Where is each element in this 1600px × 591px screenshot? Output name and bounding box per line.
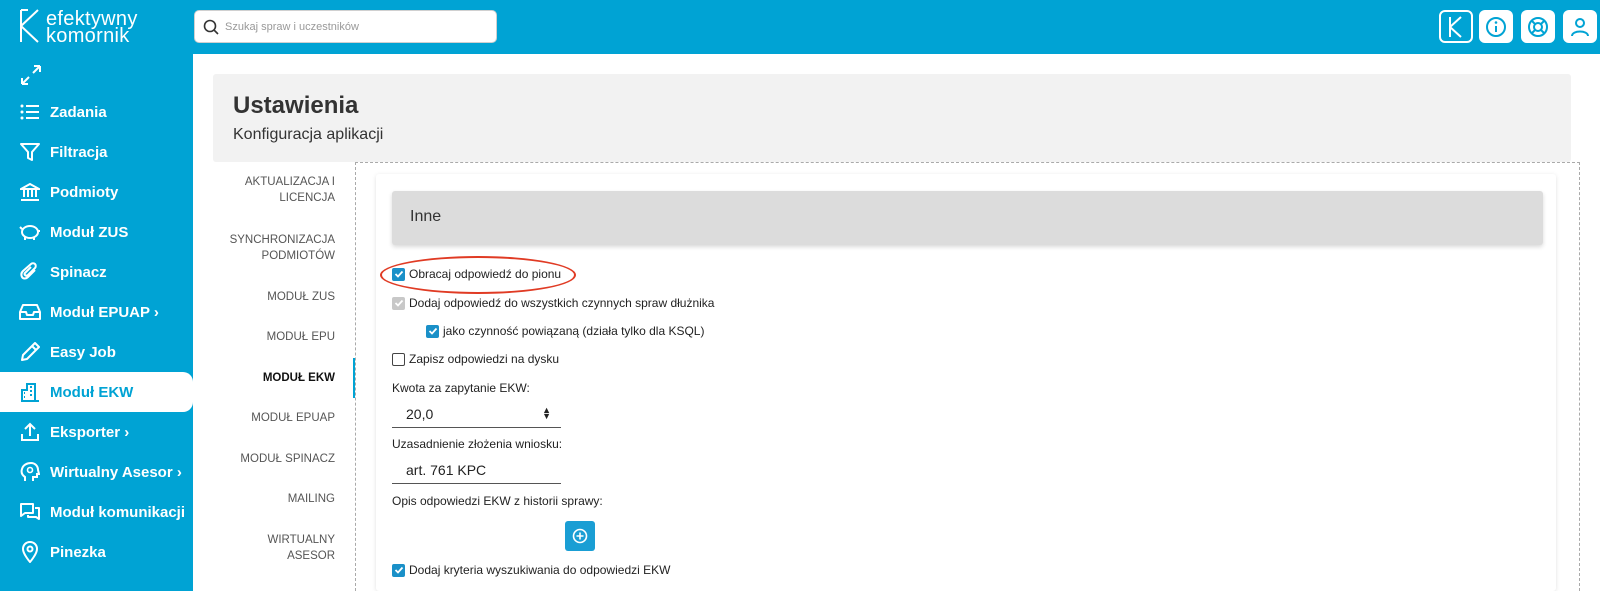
checkbox-label: jako czynność powiązaną (działa tylko dl… — [443, 324, 705, 338]
checkbox-label: Dodaj odpowiedź do wszystkich czynnych s… — [409, 296, 715, 310]
opis-label: Opis odpowiedzi EKW z historii sprawy: — [392, 494, 603, 508]
tab-mailing[interactable]: MAILING — [213, 491, 355, 507]
sidebar-item-spinacz[interactable]: Spinacz — [0, 252, 193, 292]
tab-modul-spinacz[interactable]: MODUŁ SPINACZ — [213, 451, 355, 467]
sidebar-item-modul-zus[interactable]: Moduł ZUS — [0, 212, 193, 252]
tab-aktualizacja-licencja[interactable]: AKTUALIZACJA I LICENCJA — [213, 174, 355, 206]
logo-k-icon — [1449, 15, 1462, 38]
app-switch-button[interactable] — [1439, 10, 1473, 43]
sidebar-item-modul-komunikacji[interactable]: Moduł komunikacji — [0, 492, 193, 532]
lifebuoy-icon — [1528, 16, 1548, 37]
filter-icon — [19, 141, 41, 163]
highlight-oval — [380, 256, 576, 294]
sidebar-item-label: Moduł komunikacji — [50, 503, 186, 521]
checkbox-checked-icon[interactable] — [426, 324, 439, 338]
expand-icon[interactable] — [20, 64, 42, 86]
top-bar: efektywny komornik — [0, 0, 1600, 54]
checkbox-label: Zapisz odpowiedzi na dysku — [409, 352, 560, 366]
sidebar-item-label: Easy Job — [50, 343, 116, 361]
user-button[interactable] — [1563, 10, 1597, 43]
sidebar-item-label: Zadania — [50, 103, 107, 121]
section-title: Inne — [410, 208, 442, 225]
sidebar-item-label: Filtracja — [50, 143, 108, 161]
search-input[interactable] — [225, 17, 485, 37]
pencil-icon — [19, 341, 41, 363]
map-pin-icon — [19, 541, 41, 563]
list-icon — [19, 101, 41, 123]
piggy-bank-icon — [19, 221, 41, 243]
checkbox-zapisz-na-dysku[interactable]: Zapisz odpowiedzi na dysku — [392, 352, 559, 366]
tab-modul-zus[interactable]: MODUŁ ZUS — [213, 289, 355, 305]
sidebar-item-label: Moduł ZUS — [50, 223, 129, 241]
settings-tabs: AKTUALIZACJA I LICENCJA SYNCHRONIZACJA POD… — [213, 162, 355, 591]
uzasadnienie-input[interactable]: art. 761 KPC — [392, 456, 561, 484]
tab-modul-ekw[interactable]: MODUŁ EKW — [213, 370, 355, 386]
tab-modul-epu[interactable]: MODUŁ EPU — [213, 329, 355, 345]
search-box[interactable] — [194, 10, 497, 43]
uzasadnienie-value: art. 761 KPC — [406, 462, 487, 478]
info-icon — [1486, 16, 1506, 37]
sidebar-item-modul-epuap[interactable]: Moduł EPUAP › — [0, 292, 193, 332]
tab-modul-epuap[interactable]: MODUŁ EPUAP — [213, 410, 355, 426]
sidebar-item-label: Podmioty — [50, 183, 119, 201]
logo-k-icon — [20, 9, 39, 43]
sidebar-item-filtracja[interactable]: Filtracja — [0, 132, 193, 172]
sidebar-item-eksporter[interactable]: Eksporter › — [0, 412, 193, 452]
sidebar-item-easy-job[interactable]: Easy Job — [0, 332, 193, 372]
info-button[interactable] — [1479, 10, 1513, 43]
kwota-input[interactable]: 20,0 ▲ ▼ — [392, 400, 561, 428]
chat-icon — [19, 501, 41, 523]
page-subtitle: Konfiguracja aplikacji — [233, 126, 384, 143]
spinner-icon[interactable]: ▲ ▼ — [542, 406, 551, 421]
checkbox-disabled-icon — [392, 296, 405, 310]
sidebar-item-wirtualny-asesor[interactable]: Wirtualny Asesor › — [0, 452, 193, 492]
sidebar-item-label: Spinacz — [50, 263, 107, 281]
sidebar-item-zadania[interactable]: Zadania — [0, 92, 193, 132]
kwota-label: Kwota za zapytanie EKW: — [392, 381, 530, 395]
sidebar-item-pinezka[interactable]: Pinezka — [0, 532, 193, 572]
add-opis-button[interactable] — [565, 521, 595, 551]
user-icon — [1571, 17, 1589, 36]
tab-wirtualny-asesor[interactable]: WIRTUALNY ASESOR — [213, 532, 355, 564]
search-icon — [203, 19, 219, 35]
sidebar-item-label: Eksporter › — [50, 423, 130, 441]
sidebar-item-label: Moduł EKW — [50, 383, 134, 401]
page-header: Ustawienia Konfiguracja aplikacji — [213, 74, 1571, 162]
sidebar-item-label: Wirtualny Asesor › — [50, 463, 182, 481]
paperclip-icon — [19, 261, 41, 283]
kwota-value: 20,0 — [406, 406, 434, 422]
bank-icon — [19, 181, 41, 203]
sidebar-item-podmioty[interactable]: Podmioty — [0, 172, 193, 212]
brand-logo[interactable]: efektywny komornik — [18, 6, 148, 46]
head-brain-icon — [19, 461, 41, 483]
sidebar-item-label: Moduł EPUAP › — [50, 303, 159, 321]
upload-icon — [19, 421, 41, 443]
brand-line-2: komornik — [46, 25, 130, 47]
help-button[interactable] — [1521, 10, 1555, 43]
sidebar-item-modul-ekw[interactable]: Moduł EKW — [0, 372, 193, 412]
checkbox-checked-icon[interactable] — [392, 563, 405, 577]
checkbox-dodaj-kryteria[interactable]: Dodaj kryteria wyszukiwania do odpowiedz… — [392, 563, 670, 577]
checkbox-label: Dodaj kryteria wyszukiwania do odpowiedz… — [409, 563, 671, 577]
section-header: Inne — [392, 191, 1543, 245]
checkbox-dodaj-odpowiedz: Dodaj odpowiedź do wszystkich czynnych s… — [392, 296, 714, 310]
uzasadnienie-label: Uzasadnienie złożenia wniosku: — [392, 437, 563, 451]
checkbox-unchecked-icon[interactable] — [392, 352, 405, 366]
sidebar-item-label: Pinezka — [50, 543, 106, 561]
plus-circle-icon — [572, 528, 588, 544]
building-icon — [19, 381, 41, 403]
inbox-icon — [19, 301, 41, 323]
sidebar: Zadania Filtracja Podmioty Moduł ZUS Spi… — [0, 54, 193, 591]
tab-synchronizacja-podmiotow[interactable]: SYNCHRONIZACJA PODMIOTÓW — [213, 232, 355, 264]
checkbox-czynnosc-powiazana[interactable]: jako czynność powiązaną (działa tylko dl… — [426, 324, 704, 338]
page-title: Ustawienia — [233, 92, 359, 119]
